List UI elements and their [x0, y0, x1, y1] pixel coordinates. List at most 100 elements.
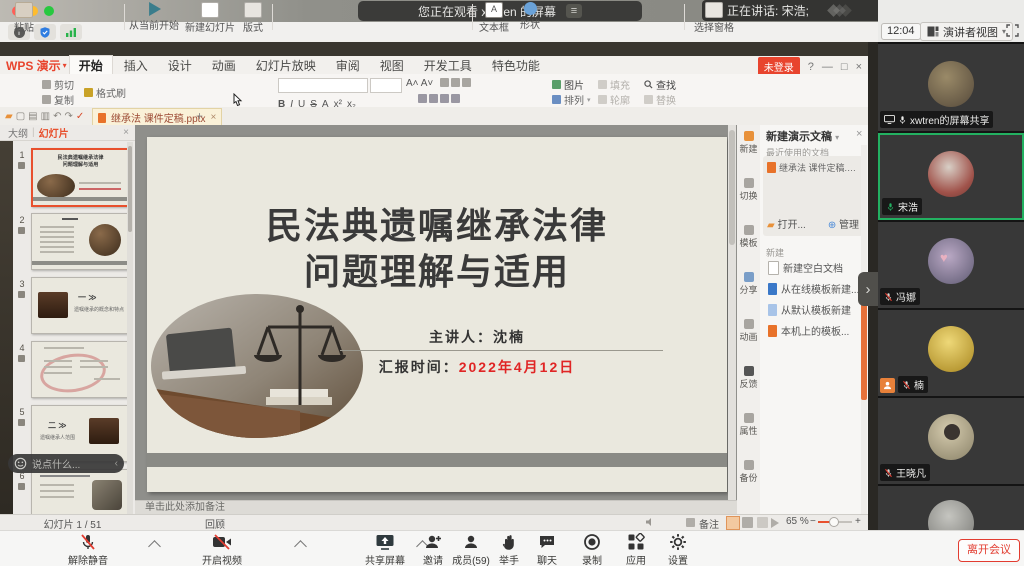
- current-slide[interactable]: 民法典遗嘱继承法律 问题理解与适用: [147, 137, 727, 492]
- tab-animation[interactable]: 动画: [203, 56, 245, 75]
- close-doc-icon[interactable]: ×: [210, 112, 216, 123]
- tab-special[interactable]: 特色功能: [483, 56, 549, 75]
- arrange-button[interactable]: 排列▾: [552, 92, 591, 107]
- sorter-view-icon[interactable]: [742, 517, 753, 528]
- zoom-traffic-light[interactable]: [44, 6, 54, 16]
- rail-feedback[interactable]: 反馈: [737, 366, 760, 390]
- notes-status-icon[interactable]: [686, 518, 695, 527]
- redo-icon[interactable]: ↷: [64, 111, 72, 122]
- print-icon[interactable]: ▥: [41, 111, 50, 122]
- thumbnails-scrollbar-thumb[interactable]: [128, 146, 132, 232]
- start-video-button[interactable]: 开启视频: [194, 533, 250, 566]
- close-pane-icon[interactable]: ×: [856, 128, 862, 140]
- rail-animation[interactable]: 动画: [737, 319, 760, 343]
- pane-scrollbar-thumb[interactable]: [861, 300, 867, 400]
- close-panel-icon[interactable]: ×: [123, 127, 129, 138]
- rail-properties[interactable]: 属性: [737, 413, 760, 437]
- cut-button[interactable]: 剪切: [42, 77, 74, 92]
- folder-icon[interactable]: ▰: [5, 111, 13, 122]
- tab-slideshow[interactable]: 幻灯片放映: [247, 56, 325, 75]
- undo-icon[interactable]: ↶: [53, 111, 61, 122]
- tab-design[interactable]: 设计: [159, 56, 201, 75]
- leave-meeting-button[interactable]: 离开会议: [958, 539, 1020, 562]
- picture-button[interactable]: 图片: [552, 77, 584, 92]
- fill-button[interactable]: 填充: [598, 77, 630, 92]
- help-icon[interactable]: ?: [808, 61, 814, 73]
- slide-thumbnail-3[interactable]: 一 ≫ 遗嘱继承的概念和特点: [31, 277, 128, 334]
- recent-file-item[interactable]: 继承法 课件定稿.pptx: [763, 156, 863, 174]
- emoji-icon[interactable]: [14, 457, 27, 470]
- font-size-select[interactable]: [370, 78, 402, 93]
- zoom-out-button[interactable]: −: [810, 516, 816, 527]
- new-from-online-template[interactable]: 从在线模板新建...: [768, 281, 859, 296]
- shapes-button[interactable]: 形状: [514, 2, 546, 31]
- textbox-button[interactable]: A文本框: [476, 2, 512, 34]
- selection-pane-button[interactable]: 选择窗格: [690, 2, 738, 34]
- paragraph-icons-row[interactable]: [418, 94, 460, 103]
- participant-tile-speaking[interactable]: 宋浩: [878, 133, 1024, 220]
- slides-tab[interactable]: 幻灯片: [39, 125, 69, 140]
- participant-tile-host[interactable]: 楠: [878, 310, 1024, 396]
- new-from-default-template[interactable]: 从默认模板新建: [768, 302, 851, 317]
- close-icon[interactable]: ×: [856, 61, 862, 73]
- participant-tile-partial[interactable]: [878, 486, 1024, 530]
- list-icons-row[interactable]: [440, 78, 471, 87]
- zoom-slider-knob[interactable]: [829, 517, 839, 527]
- font-grow-shrink[interactable]: A˄ A˅: [406, 78, 433, 89]
- fullscreen-icon[interactable]: [1006, 24, 1019, 37]
- open-button[interactable]: ▰ 打开...: [767, 216, 806, 231]
- tab-review[interactable]: 审阅: [327, 56, 369, 75]
- tab-insert[interactable]: 插入: [115, 56, 157, 75]
- rail-backup[interactable]: 备份: [737, 460, 760, 484]
- slide-thumbnail-1[interactable]: 民法典遗嘱继承法律 问题理解与适用: [31, 148, 130, 207]
- rail-new[interactable]: 新建: [737, 131, 760, 155]
- new-tab-button[interactable]: +: [196, 109, 203, 123]
- slide-title-line1[interactable]: 民法典遗嘱继承法律: [147, 197, 727, 249]
- find-button[interactable]: 查找: [644, 77, 676, 92]
- tab-devtools[interactable]: 开发工具: [415, 56, 481, 75]
- layout-button[interactable]: 版式: [238, 2, 268, 34]
- zoom-in-button[interactable]: +: [855, 516, 861, 527]
- unmute-button[interactable]: 解除静音: [60, 533, 116, 566]
- rail-switch[interactable]: 切换: [737, 178, 760, 202]
- paste-button[interactable]: 粘贴: [8, 2, 40, 34]
- normal-view-icon[interactable]: [726, 516, 740, 530]
- play-view-icon[interactable]: [771, 518, 779, 528]
- restore-icon[interactable]: □: [841, 61, 848, 73]
- copy-button[interactable]: 复制: [42, 92, 74, 107]
- rail-share[interactable]: 分享: [737, 272, 760, 296]
- wps-logo[interactable]: WPS 演示: [6, 57, 61, 74]
- new-slide-button[interactable]: 新建幻灯片: [184, 2, 236, 34]
- participant-tile[interactable]: ♥ 冯娜: [878, 222, 1024, 308]
- slide-thumbnail-4[interactable]: [31, 341, 128, 398]
- chat-quick-bubble[interactable]: 说点什么... ‹: [8, 454, 124, 473]
- notes-bar[interactable]: 单击此处添加备注: [135, 500, 737, 514]
- participant-tile[interactable]: 王晓凡: [878, 398, 1024, 484]
- slide-thumbnail-6[interactable]: [31, 469, 128, 514]
- play-from-current-button[interactable]: 从当前开始: [128, 2, 180, 32]
- minimize-icon[interactable]: —: [822, 61, 833, 73]
- tab-home[interactable]: 开始: [69, 55, 113, 75]
- slide-thumbnail-2[interactable]: [31, 213, 128, 270]
- reading-view-icon[interactable]: [757, 517, 768, 528]
- rail-template[interactable]: 模板: [737, 225, 760, 249]
- new-blank-doc[interactable]: 新建空白文档: [768, 260, 843, 275]
- format-painter-button[interactable]: 格式刷: [84, 85, 126, 100]
- tab-view[interactable]: 视图: [371, 56, 413, 75]
- report-time-line[interactable]: 汇报时间：2022年4月12日: [307, 357, 647, 377]
- chat-placeholder[interactable]: 说点什么...: [32, 456, 80, 471]
- pin-icon[interactable]: ✓: [76, 111, 84, 122]
- replace-button[interactable]: 替换: [644, 92, 676, 107]
- outline-tab[interactable]: 大纲: [8, 125, 28, 140]
- output-icon[interactable]: ▤: [28, 111, 37, 122]
- font-name-select[interactable]: [278, 78, 368, 93]
- presenter-line[interactable]: 主讲人：沈楠: [307, 327, 647, 347]
- collapse-chat-icon[interactable]: ‹: [115, 458, 118, 469]
- participant-tile-sharing[interactable]: xwtren的屏幕共享: [878, 44, 1024, 131]
- speaker-icon[interactable]: [645, 517, 655, 527]
- manage-button[interactable]: ⊕ 管理: [828, 216, 859, 231]
- sidebar-collapse-handle[interactable]: ›: [858, 272, 878, 306]
- banner-menu-icon[interactable]: ≡: [566, 4, 582, 18]
- view-mode-button[interactable]: 演讲者视图 ▾: [920, 22, 1013, 41]
- local-templates[interactable]: 本机上的模板...: [768, 323, 849, 338]
